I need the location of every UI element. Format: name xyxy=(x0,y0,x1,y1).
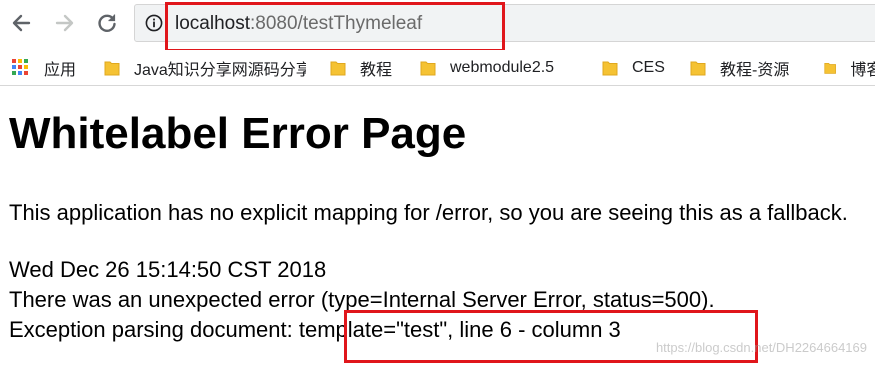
bookmark-label: 博客 xyxy=(850,62,875,79)
forward-button[interactable] xyxy=(50,8,80,38)
bookmark-webmodule[interactable]: webmodule2.5 xyxy=(420,50,554,86)
bookmark-apps[interactable]: 应用 xyxy=(12,50,76,86)
bookmark-blog[interactable]: 博客 xyxy=(824,50,875,86)
bookmark-label: Java知识分享网源码分享 xyxy=(134,62,306,79)
folder-icon xyxy=(690,61,706,76)
bookmark-label: webmodule2.5 xyxy=(450,59,555,76)
folder-icon xyxy=(330,61,346,76)
bookmark-label: 应用 xyxy=(44,62,77,79)
folder-icon xyxy=(104,61,120,76)
bookmark-tutorial-resources[interactable]: 教程-资源 xyxy=(690,50,789,86)
url-text[interactable]: localhost:8080/testThymeleaf xyxy=(175,12,422,36)
error-description: This application has no explicit mapping… xyxy=(9,200,848,225)
watermark: https://blog.csdn.net/DH2264664169 xyxy=(655,340,867,355)
bookmark-java-source[interactable]: Java知识分享网源码分享 xyxy=(104,50,306,86)
folder-icon xyxy=(824,62,836,74)
bookmark-label: 教程 xyxy=(360,62,393,79)
page-title: Whitelabel Error Page xyxy=(9,109,467,158)
exception-prefix: Exception parsing document: xyxy=(9,317,299,342)
url-path: :8080/testThymeleaf xyxy=(250,13,423,34)
exception-line: Exception parsing document: template="te… xyxy=(9,316,621,344)
back-arrow-icon xyxy=(12,14,31,32)
apps-grid-icon xyxy=(12,59,30,77)
forward-arrow-icon xyxy=(55,14,74,32)
back-button[interactable] xyxy=(6,8,36,38)
bookmark-label: CES xyxy=(632,59,665,76)
bookmark-ces[interactable]: CES xyxy=(602,50,665,86)
error-timestamp: Wed Dec 26 15:14:50 CST 2018 xyxy=(9,257,327,282)
exception-detail: template="test", line 6 - column 3 xyxy=(298,317,621,342)
folder-icon xyxy=(420,61,436,76)
info-icon[interactable] xyxy=(145,14,163,32)
reload-icon xyxy=(98,14,116,32)
bookmark-tutorial[interactable]: 教程 xyxy=(330,50,392,86)
reload-button[interactable] xyxy=(92,8,122,38)
url-host: localhost xyxy=(175,13,250,34)
error-type-line: There was an unexpected error (type=Inte… xyxy=(9,287,715,312)
bookmarks-bar: 应用 Java知识分享网源码分享 教程 webmodule2.5 CES 教程-… xyxy=(0,50,875,86)
browser-toolbar: localhost:8080/testThymeleaf xyxy=(0,0,875,52)
address-bar[interactable]: localhost:8080/testThymeleaf xyxy=(134,4,875,42)
folder-icon xyxy=(602,61,618,76)
bookmark-label: 教程-资源 xyxy=(720,62,790,79)
